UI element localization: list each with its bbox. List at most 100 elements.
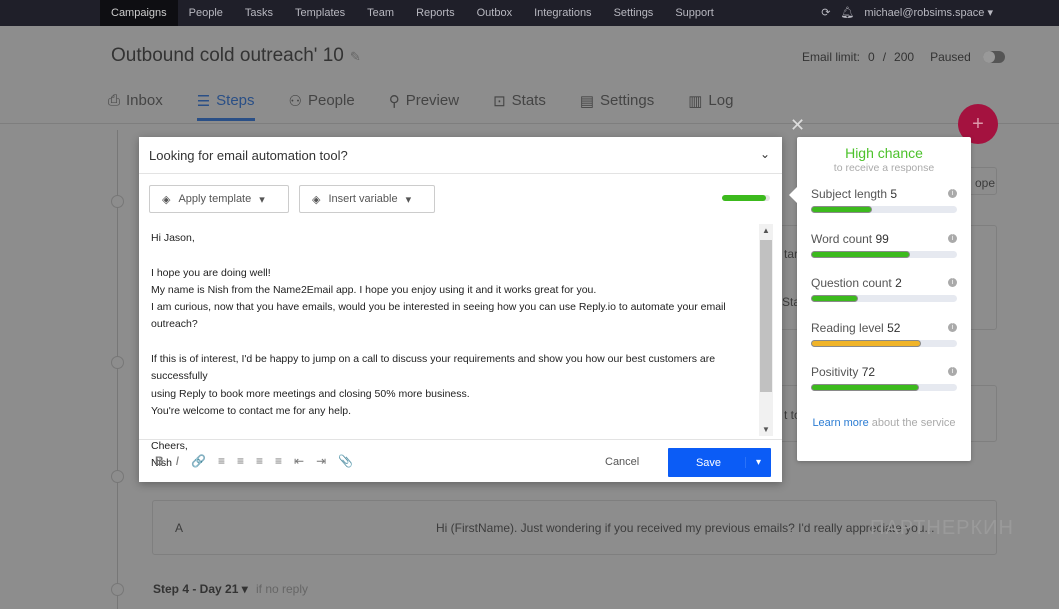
tab-people[interactable]: ⚇ People bbox=[289, 92, 355, 121]
save-button[interactable]: Save ▾ bbox=[668, 448, 771, 477]
pencil-icon[interactable]: ✎ bbox=[350, 49, 361, 64]
info-icon[interactable]: i bbox=[948, 189, 957, 198]
bell-icon[interactable]: 🔔︎ bbox=[840, 0, 854, 26]
align-left-icon[interactable]: ≡ bbox=[218, 454, 225, 468]
tab-stats[interactable]: ⊡ Stats bbox=[493, 92, 546, 121]
metric-question-count: Question count 2i bbox=[811, 276, 957, 302]
attachment-icon[interactable]: 📎 bbox=[338, 454, 353, 468]
body-line: Hi Jason, bbox=[151, 232, 195, 244]
chevron-down-icon[interactable]: ⌄ bbox=[760, 147, 770, 161]
metric-label: Question count 2 bbox=[811, 276, 957, 290]
tab-steps[interactable]: ☰ Steps bbox=[196, 92, 255, 121]
link-icon[interactable]: 🔗 bbox=[191, 454, 206, 468]
learn-more-text: about the service bbox=[871, 417, 956, 429]
nav-templates[interactable]: Templates bbox=[284, 0, 356, 26]
nav-reports[interactable]: Reports bbox=[405, 0, 466, 26]
info-icon[interactable]: i bbox=[948, 278, 957, 287]
email-limit-used: 0 bbox=[868, 50, 875, 64]
email-limit-sep: / bbox=[882, 50, 887, 64]
tab-label: Preview bbox=[405, 92, 460, 109]
body-line: If this is of interest, I'd be happy to … bbox=[151, 353, 716, 383]
tab-settings[interactable]: ▤ Settings bbox=[580, 92, 654, 121]
info-icon[interactable]: i bbox=[948, 233, 957, 243]
nav-outbox[interactable]: Outbox bbox=[466, 0, 523, 26]
tab-label: Steps bbox=[216, 92, 255, 109]
tab-label: Settings bbox=[600, 92, 655, 109]
align-right-icon[interactable]: ≡ bbox=[256, 454, 263, 468]
body-line: You're welcome to contact me for any hel… bbox=[151, 404, 352, 417]
nav-people[interactable]: People bbox=[178, 0, 234, 26]
metric-bar bbox=[811, 295, 957, 302]
user-menu[interactable]: michael@robsims.space ▾ bbox=[864, 0, 993, 26]
body-line: using Reply to book more meetings and cl… bbox=[151, 387, 470, 400]
outdent-icon[interactable]: ⇤ bbox=[294, 454, 304, 468]
chevron-down-icon[interactable]: ▾ bbox=[745, 457, 771, 468]
tab-label: People bbox=[307, 92, 355, 109]
metric-word-count: Word count 99 i bbox=[811, 232, 957, 258]
score-meter[interactable] bbox=[722, 195, 770, 201]
insert-variable-label: Insert variable bbox=[328, 193, 398, 205]
body-line bbox=[151, 334, 761, 351]
learn-more: Learn more about the service bbox=[797, 416, 971, 430]
email-limit-label: Email limit: bbox=[802, 50, 861, 64]
nav-integrations[interactable]: Integrations bbox=[523, 0, 602, 26]
metric-bar bbox=[811, 250, 957, 258]
bold-icon[interactable]: B bbox=[155, 454, 164, 468]
page-title: Outbound cold outreach' 10 ✎ bbox=[111, 45, 361, 67]
bar-chart-icon: ▥ bbox=[688, 93, 703, 110]
info-icon[interactable]: i bbox=[948, 322, 957, 332]
pause-toggle[interactable] bbox=[982, 51, 1005, 63]
learn-more-link[interactable]: Learn more bbox=[812, 417, 868, 429]
tab-preview[interactable]: ⚲ Preview bbox=[389, 92, 459, 121]
justify-icon[interactable]: ≡ bbox=[275, 454, 282, 468]
metric-name: Positivity bbox=[811, 365, 859, 379]
metric-bar-fill bbox=[811, 339, 921, 347]
nav-settings[interactable]: Settings bbox=[603, 0, 665, 26]
tab-inbox[interactable]: ⎙ Inbox bbox=[108, 92, 163, 121]
score-subtitle: to receive a response bbox=[833, 162, 935, 174]
search-icon: ⚲ bbox=[388, 93, 400, 110]
metric-label: Reading level 52 bbox=[811, 321, 957, 335]
email-editor-modal: Looking for email automation tool? ⌄ ◈ App… bbox=[139, 137, 782, 482]
step-4-label[interactable]: Step 4 - Day 21 ▾ bbox=[153, 582, 248, 596]
metric-label: Word count 99 bbox=[811, 232, 957, 246]
subject-field[interactable]: Looking for email automation tool? ⌄ bbox=[139, 137, 782, 174]
metric-label: Subject length 5 bbox=[811, 187, 957, 201]
close-icon[interactable]: ✕ bbox=[790, 115, 805, 136]
step-4-title: Step 4 - Day 21 bbox=[153, 582, 239, 596]
info-icon[interactable]: i bbox=[948, 367, 957, 376]
indent-icon[interactable]: ⇥ bbox=[316, 454, 326, 468]
insert-variable-dropdown[interactable]: ◈ Insert variable ▾ bbox=[299, 185, 435, 213]
step-circle bbox=[111, 356, 124, 369]
align-center-icon[interactable]: ≡ bbox=[237, 454, 244, 468]
nav-support[interactable]: Support bbox=[664, 0, 725, 26]
refresh-icon[interactable]: ⟳ bbox=[821, 0, 830, 26]
background-text: tar bbox=[784, 247, 799, 261]
body-line: I hope you are doing well! bbox=[151, 266, 271, 279]
email-preview: Hi (FirstName). Just wondering if you re… bbox=[436, 521, 935, 535]
variant-label: A bbox=[175, 521, 184, 535]
scrollbar[interactable]: ▲ ▼ bbox=[759, 224, 773, 436]
layers-icon: ◈ bbox=[312, 193, 321, 206]
step-circle bbox=[111, 470, 124, 483]
metric-value: 52 bbox=[887, 320, 901, 335]
format-toolbar: B I 🔗 ≡ ≡ ≡ ≡ ⇤ ⇥ 📎 bbox=[155, 454, 353, 468]
background-text: ope bbox=[975, 176, 996, 190]
metric-bar-fill bbox=[811, 295, 858, 302]
nav-team[interactable]: Team bbox=[356, 0, 405, 26]
nav-tasks[interactable]: Tasks bbox=[234, 0, 284, 26]
metric-name: Question count bbox=[811, 276, 892, 290]
divider bbox=[0, 123, 1059, 124]
cancel-button[interactable]: Cancel bbox=[605, 456, 639, 468]
list-icon: ☰ bbox=[196, 93, 211, 110]
apply-template-dropdown[interactable]: ◈ Apply template ▾ bbox=[149, 185, 289, 213]
apply-template-label: Apply template bbox=[178, 193, 252, 205]
tab-label: Inbox bbox=[126, 92, 163, 109]
italic-icon[interactable]: I bbox=[176, 454, 179, 468]
tab-log[interactable]: ▥ Log bbox=[688, 92, 733, 121]
email-body[interactable]: Hi Jason, I hope you are doing well! My na… bbox=[151, 230, 761, 472]
nav-campaigns[interactable]: Campaigns bbox=[100, 0, 178, 26]
people-icon: ⚇ bbox=[288, 93, 302, 110]
metric-value: 5 bbox=[890, 187, 898, 201]
tab-label: Log bbox=[708, 92, 734, 109]
